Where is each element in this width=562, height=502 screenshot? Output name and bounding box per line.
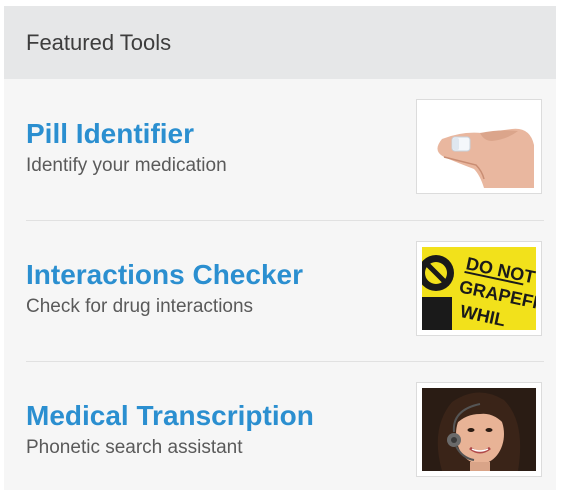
tool-text: Pill Identifier Identify your medication: [26, 117, 416, 177]
tool-item-interactions-checker: Interactions Checker Check for drug inte…: [26, 220, 544, 361]
medical-transcription-description: Phonetic search assistant: [26, 437, 243, 458]
pill-in-fingers-image: [422, 105, 536, 188]
pill-identifier-link[interactable]: Pill Identifier: [26, 117, 416, 151]
featured-tools-panel: Featured Tools Pill Identifier Identify …: [4, 6, 556, 490]
tool-text: Interactions Checker Check for drug inte…: [26, 258, 416, 318]
interactions-checker-thumbnail[interactable]: DO NOT GRAPEFR WHIL: [416, 240, 542, 336]
tool-list: Pill Identifier Identify your medication: [4, 79, 556, 502]
tool-item-medical-transcription: Medical Transcription Phonetic search as…: [26, 361, 544, 502]
tool-text: Medical Transcription Phonetic search as…: [26, 399, 416, 459]
panel-title: Featured Tools: [26, 29, 172, 55]
medical-transcription-thumbnail[interactable]: [416, 381, 542, 477]
medical-transcription-link[interactable]: Medical Transcription: [26, 399, 416, 433]
tool-item-pill-identifier: Pill Identifier Identify your medication: [26, 79, 544, 220]
warning-label-image: DO NOT GRAPEFR WHIL: [422, 246, 536, 330]
interactions-checker-link[interactable]: Interactions Checker: [26, 258, 416, 292]
panel-header: Featured Tools: [4, 6, 556, 79]
interactions-checker-description: Check for drug interactions: [26, 296, 254, 317]
pill-identifier-thumbnail[interactable]: [416, 99, 542, 194]
headset-operator-image: [422, 387, 536, 471]
pill-identifier-description: Identify your medication: [26, 154, 227, 176]
